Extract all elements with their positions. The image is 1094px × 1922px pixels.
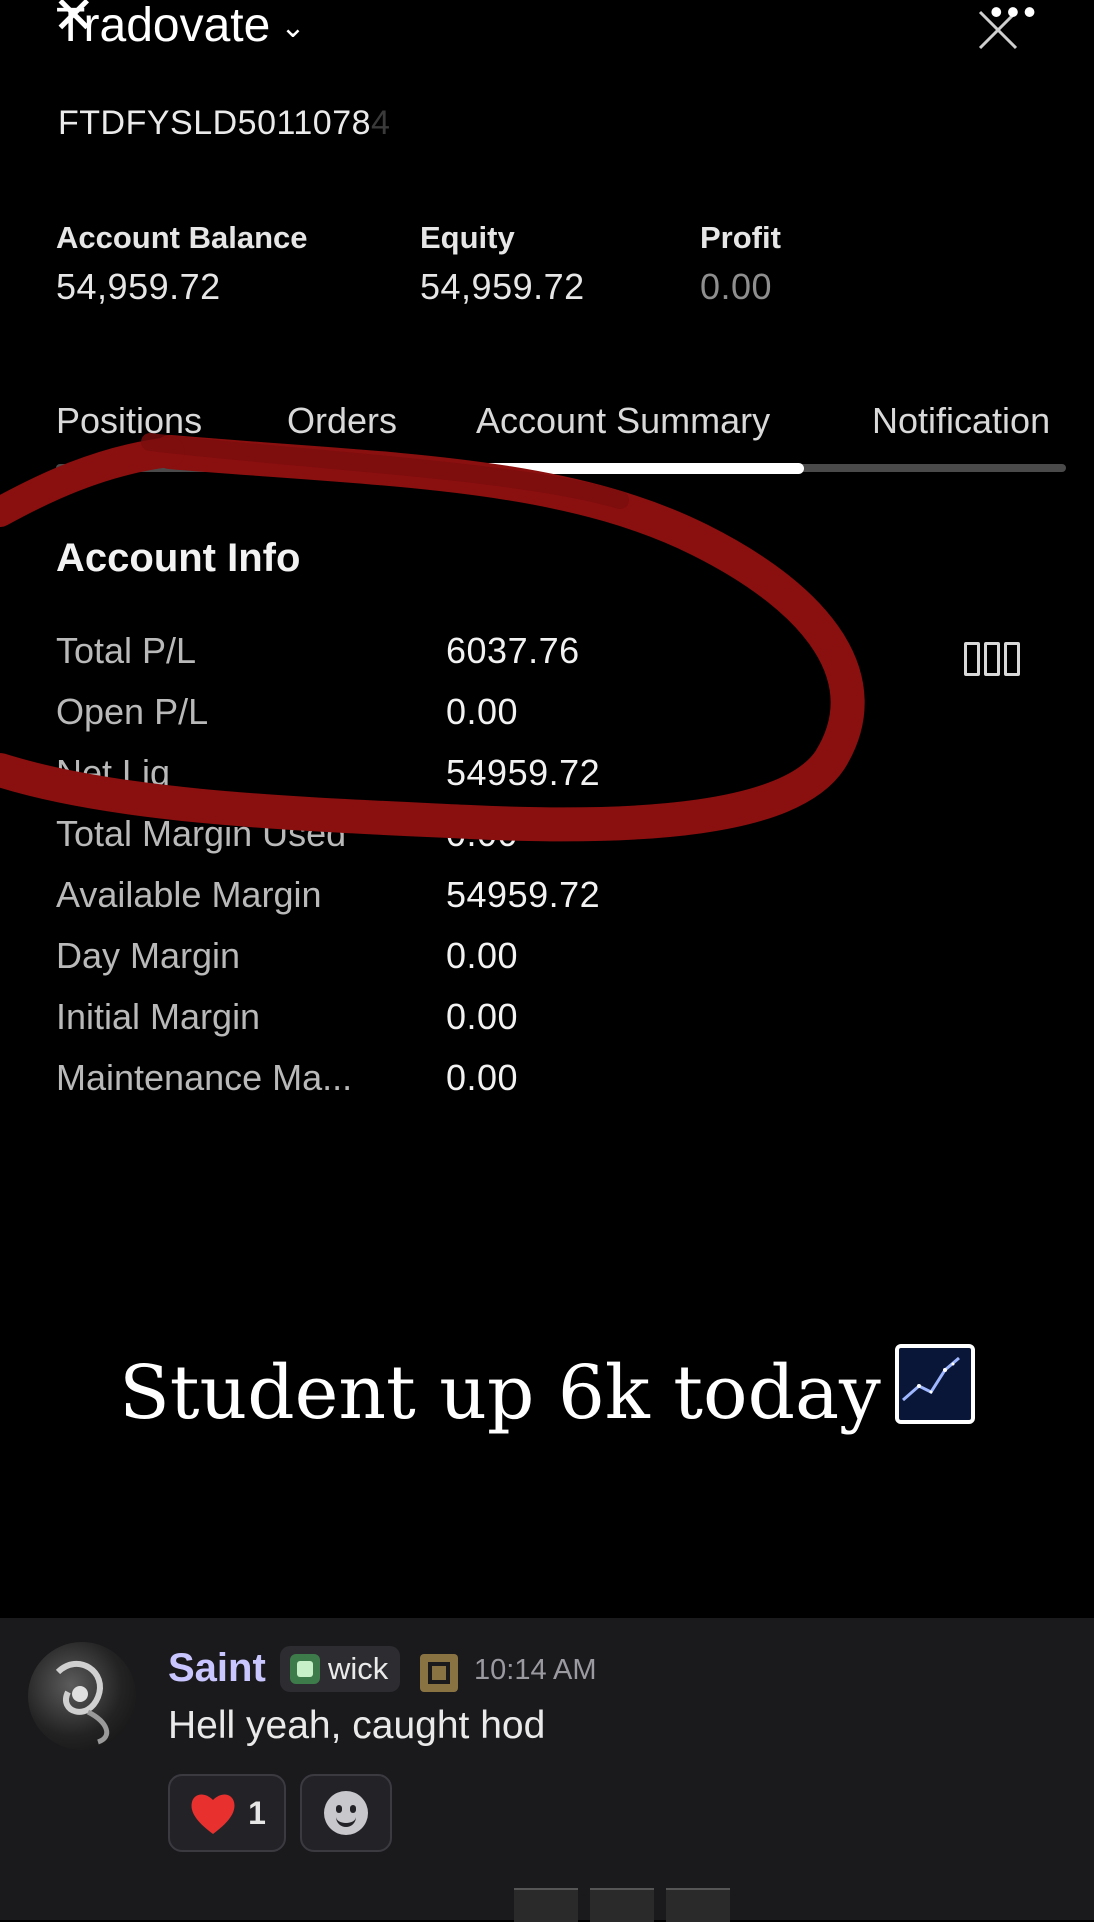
stat-value: 0.00 xyxy=(700,266,773,307)
more-options-icon[interactable]: ••• xyxy=(990,0,1040,30)
info-value: 54959.72 xyxy=(446,874,601,915)
thumbnail[interactable] xyxy=(514,1888,578,1922)
app-title: Tradovate xyxy=(56,0,271,52)
thumbnail[interactable] xyxy=(590,1888,654,1922)
role-icon xyxy=(290,1654,320,1684)
heart-icon xyxy=(191,1794,235,1834)
chart-increasing-icon xyxy=(894,1344,975,1424)
stat-account-balance: Account Balance 54,959.72 xyxy=(56,220,308,308)
info-label: Maintenance Ma... xyxy=(56,1057,353,1098)
stat-label: Equity xyxy=(420,220,515,255)
stat-label: Account Balance xyxy=(56,220,308,255)
info-label: Day Margin xyxy=(56,935,241,976)
add-reaction-button[interactable] xyxy=(300,1774,392,1852)
stat-profit: Profit 0.00 xyxy=(700,220,781,308)
avatar[interactable] xyxy=(28,1642,136,1750)
caption-text: Student up 6k today xyxy=(119,1350,881,1436)
thumbnail[interactable] xyxy=(666,1888,730,1922)
info-value: 0.00 xyxy=(446,1057,519,1098)
chevron-down-icon: ⌄ xyxy=(280,11,306,44)
info-label: Available Margin xyxy=(56,874,322,915)
account-id: FTDFYSLD50110784 xyxy=(58,104,391,142)
role-label: wick xyxy=(328,1651,389,1686)
stat-equity: Equity 54,959.72 xyxy=(420,220,585,308)
emoji-smile-icon xyxy=(324,1791,368,1835)
heart-reaction[interactable]: 1 xyxy=(168,1774,286,1852)
tab-notifications[interactable]: Notification xyxy=(872,400,1050,442)
tab-overflow-mask xyxy=(1066,392,1094,452)
stat-value: 54,959.72 xyxy=(420,266,585,307)
info-label: Initial Margin xyxy=(56,996,261,1037)
timestamp: 10:14 AM xyxy=(474,1654,597,1686)
info-value: 0.00 xyxy=(446,935,519,976)
app-switcher[interactable]: Tradovate ⌄ xyxy=(56,0,305,52)
reaction-count: 1 xyxy=(248,1794,266,1831)
stat-label: Profit xyxy=(700,220,781,255)
server-tag-icon xyxy=(420,1654,458,1692)
role-badge[interactable]: wick xyxy=(280,1646,401,1692)
stat-value: 54,959.72 xyxy=(56,266,221,307)
info-value: 0.00 xyxy=(446,996,519,1037)
message-text: Hell yeah, caught hod xyxy=(168,1704,546,1747)
username[interactable]: Saint xyxy=(168,1646,266,1691)
story-caption: Student up 6k today xyxy=(0,1344,1094,1436)
column-settings-icon[interactable] xyxy=(964,642,1020,676)
annotation-ring xyxy=(0,433,865,842)
